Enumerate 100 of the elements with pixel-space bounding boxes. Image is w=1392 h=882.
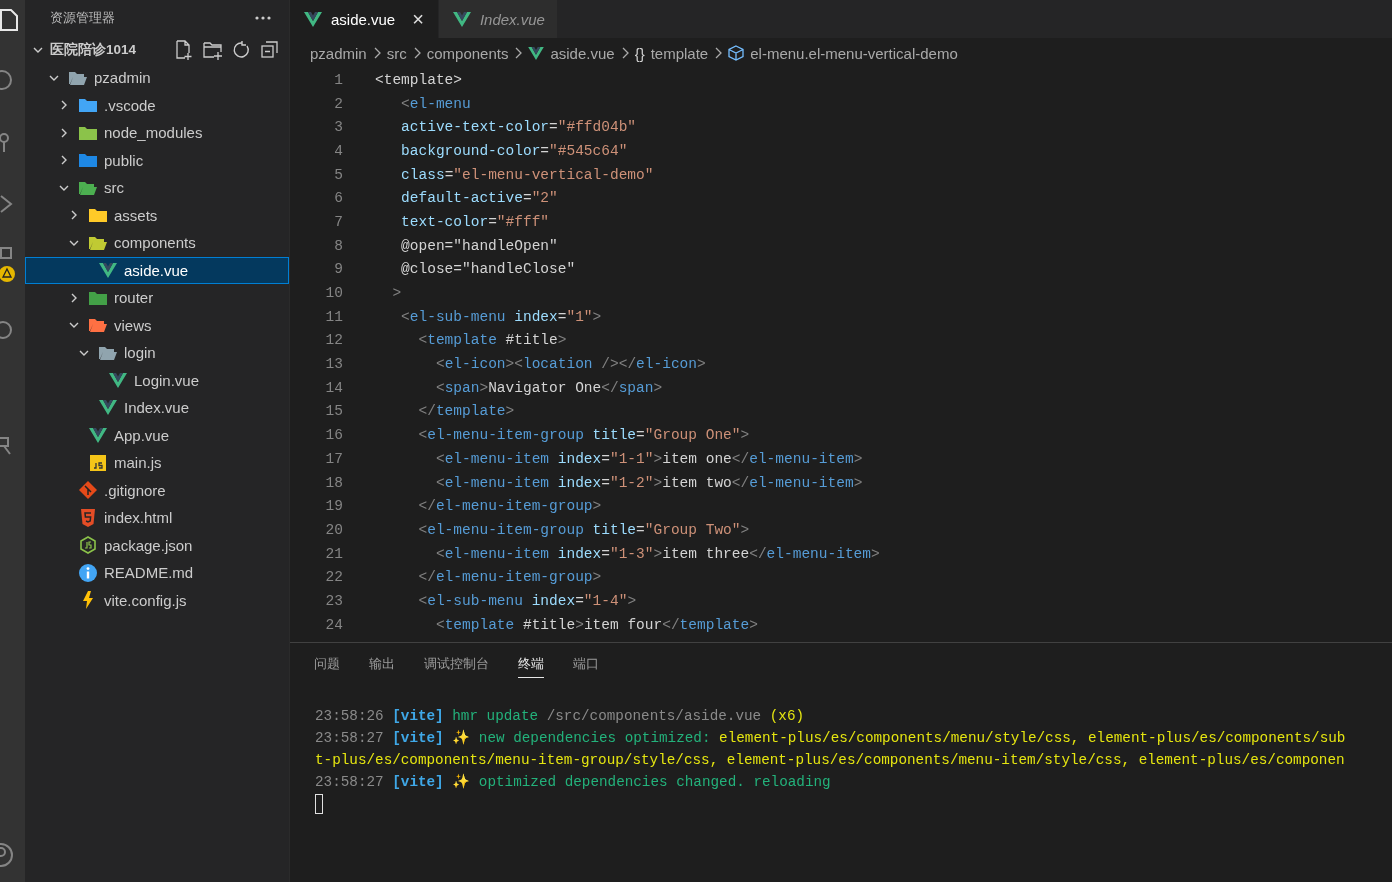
run-icon[interactable] [0,192,14,216]
terminal-line: t-plus/es/components/menu-item-group/style/css, element-plus/es/components/menu-item/style/css, element-plus/es/componen [315,751,1346,770]
breadcrumb-item[interactable]: components [426,44,509,62]
line-number: 24 [324,616,343,633]
code-line: <el-menu [400,95,471,112]
code-line: default-active="2" [400,190,558,207]
line-number: 9 [333,261,343,278]
breadcrumb-item[interactable]: {} template [634,44,709,62]
files-icon[interactable] [0,8,18,32]
code-line: text-color="#fff" [400,213,550,230]
git-diamond-icon [79,481,97,500]
terminal-cursor [315,794,323,814]
code-line: class="el-menu-vertical-demo" [400,166,654,183]
tree-item[interactable]: public [25,146,289,174]
v-logo-icon [528,46,545,60]
line-number: 11 [324,308,343,325]
line-number: 2 [333,95,343,112]
explorer-title: 资源管理器 [50,9,115,27]
line-number: 14 [324,379,343,396]
breadcrumb-item[interactable]: pzadmin [310,44,367,62]
refresh-icon[interactable] [233,41,251,59]
line-number: 6 [333,190,343,207]
tree-item[interactable]: aside.vue [25,256,289,284]
tree-item[interactable]: components [25,229,289,257]
tree-item[interactable]: README.md [25,559,289,587]
terminal-line: 23:58:26 [vite] hmr update /src/components/aside.vue (x6) [315,707,806,726]
panel-tab[interactable]: 端口 [573,655,599,677]
chevron-icon [372,47,381,59]
tree-item[interactable]: main.js [25,449,289,477]
tree-item[interactable]: src [25,174,289,202]
tree-item[interactable]: Index.vue [25,394,289,422]
more-icon[interactable] [255,16,271,20]
tree-item[interactable]: vite.config.js [25,586,289,614]
line-number: 21 [324,545,343,562]
tree-item[interactable]: assets [25,201,289,229]
code-line: </el-menu-item-group> [417,569,602,586]
tree-item[interactable]: login [25,339,289,367]
editor-tab[interactable]: Index.vue [438,0,558,38]
code-line: <span>Navigator One</span> [434,379,663,396]
line-number: 1 [333,71,343,88]
code-line: <el-sub-menu index="1"> [400,308,602,325]
breadcrumb-item[interactable]: aside.vue [528,44,615,62]
line-number: 22 [324,569,343,586]
code-line: </template> [417,403,515,420]
panel-tab[interactable]: 调试控制台 [424,655,489,677]
v-logo-icon [89,427,107,443]
tree-item[interactable]: .gitignore [25,476,289,504]
v-logo-icon [109,372,127,388]
v-logo-icon [99,262,117,278]
panel-tab[interactable]: 输出 [369,655,395,677]
tree-item[interactable]: App.vue [25,421,289,449]
tree-item[interactable]: .vscode [25,91,289,119]
code-line: @close="handleClose" [400,261,576,278]
html-shield-icon [80,508,96,527]
line-number: 7 [333,213,343,230]
info-icon [79,563,97,582]
code-line: <el-sub-menu index="1-4"> [417,592,637,609]
collapse-all-icon[interactable] [261,41,279,59]
code-line: <template #title> [417,332,567,349]
terminal-line: 23:58:27 [vite] ✨ new dependencies optimized: element-plus/es/components/menu/style/css, element-plus/es/components/sub [315,729,1347,748]
code-line: background-color="#545c64" [400,142,628,159]
tree-item[interactable]: package.json [25,531,289,559]
code-line: <el-menu-item index="1-2">item two</el-menu-item> [434,474,863,491]
line-number: 3 [333,119,343,136]
editor-tab[interactable]: aside.vue × [290,0,439,38]
chevron-icon [620,47,629,59]
tree-item[interactable]: index.html [25,504,289,532]
line-number: 20 [324,521,343,538]
new-folder-icon[interactable] [203,40,223,60]
panel-tab[interactable]: 终端 [518,655,544,678]
account-icon[interactable] [0,842,14,868]
line-number: 19 [324,498,343,515]
v-logo-icon [99,400,117,416]
tree-item[interactable]: node_modules [25,119,289,147]
cube-icon [728,45,745,61]
extensions-icon[interactable] [0,246,14,262]
breadcrumb-item[interactable]: src [386,44,407,62]
v-logo-icon [304,11,322,27]
code-line: active-text-color="#ffd04b" [400,119,637,136]
line-number: 8 [333,237,343,254]
code-line: <el-icon><location /></el-icon> [434,356,706,373]
tree-item[interactable]: pzadmin [25,64,289,92]
line-number: 12 [324,332,343,349]
line-number: 5 [333,166,343,183]
tree-item[interactable]: views [25,311,289,339]
new-file-icon[interactable] [175,40,193,60]
breadcrumb-item[interactable]: el-menu.el-menu-vertical-demo [728,44,958,62]
line-number: 23 [324,592,343,609]
close-button[interactable]: × [412,9,424,29]
panel-tab[interactable]: 问题 [314,655,340,677]
tree-item[interactable]: router [25,284,289,312]
code-line: @open="handleOpen" [400,237,558,254]
code-line: <el-menu-item index="1-3">item three</el-menu-item> [434,545,880,562]
workspace-name[interactable]: 医院陪诊1014 [50,41,137,59]
warning-icon [0,265,16,283]
v-logo-icon [452,11,471,27]
chevron-icon [412,47,421,59]
js-badge-icon [90,454,106,471]
tree-item[interactable]: Login.vue [25,366,289,394]
code-line: <template> [375,71,462,88]
